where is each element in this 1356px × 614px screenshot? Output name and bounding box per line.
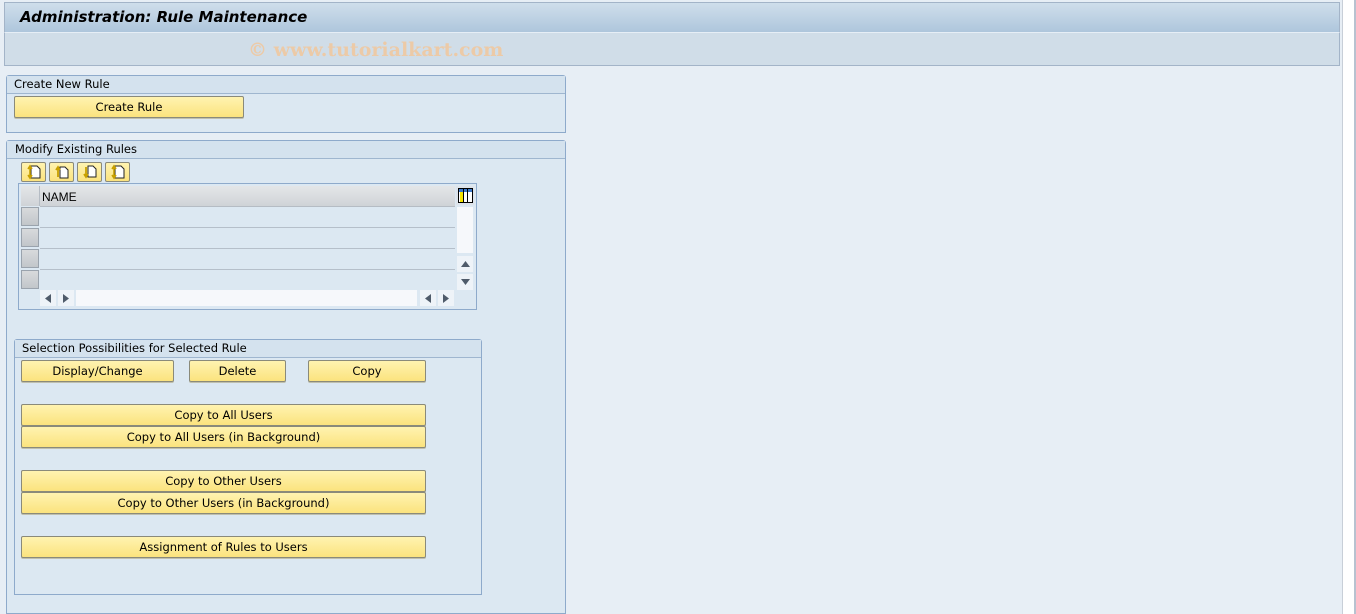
table-row[interactable] (40, 207, 455, 227)
vertical-scrollbar[interactable] (457, 207, 473, 290)
row-selector[interactable] (21, 270, 39, 289)
table-header: NAME (40, 186, 455, 207)
insert-row-below-button[interactable] (77, 162, 102, 182)
scroll-track[interactable] (457, 207, 473, 253)
table-row[interactable] (40, 270, 455, 290)
row-selector[interactable] (21, 249, 39, 268)
page-title: Administration: Rule Maintenance (20, 8, 308, 26)
sort-descending-button[interactable] (105, 162, 130, 182)
row-selector[interactable] (21, 228, 39, 247)
copy-to-other-users-button[interactable]: Copy to Other Users (21, 470, 426, 492)
rules-table: NAME (18, 183, 477, 310)
application-toolbar: © www.tutorialkart.com (4, 33, 1340, 66)
table-row[interactable] (40, 228, 455, 248)
insert-row-above-icon (54, 165, 68, 179)
scroll-left-button-2[interactable] (420, 290, 436, 306)
group-title: Selection Possibilities for Selected Rul… (15, 340, 481, 358)
copy-button[interactable]: Copy (308, 360, 426, 382)
create-rule-button[interactable]: Create Rule (14, 96, 244, 118)
display-change-button[interactable]: Display/Change (21, 360, 174, 382)
select-all-cell[interactable] (21, 186, 40, 206)
row-divider (40, 227, 455, 228)
title-bar: Administration: Rule Maintenance (4, 2, 1340, 33)
row-divider (40, 248, 455, 249)
assignment-of-rules-button[interactable]: Assignment of Rules to Users (21, 536, 426, 558)
arrow-right-icon (63, 293, 69, 303)
copy-to-all-users-button[interactable]: Copy to All Users (21, 404, 426, 426)
insert-row-above-button[interactable] (49, 162, 74, 182)
column-layout-icon (457, 188, 473, 203)
row-selector[interactable] (21, 207, 39, 226)
group-title: Modify Existing Rules (7, 141, 565, 159)
horizontal-scroll-track[interactable] (76, 290, 417, 306)
arrow-up-icon (460, 261, 470, 267)
row-divider (40, 269, 455, 270)
column-layout-button[interactable] (456, 186, 474, 205)
group-title: Create New Rule (7, 76, 565, 94)
sap-screen: Administration: Rule Maintenance © www.t… (0, 0, 1343, 614)
arrow-right-icon (443, 293, 449, 303)
delete-button[interactable]: Delete (189, 360, 286, 382)
watermark: © www.tutorialkart.com (248, 39, 504, 61)
scroll-right-button-2[interactable] (438, 290, 454, 306)
scroll-up-button[interactable] (457, 256, 473, 272)
table-toolbar (21, 162, 133, 182)
arrow-left-icon (45, 293, 51, 303)
scroll-down-button[interactable] (457, 274, 473, 290)
arrow-left-icon (425, 293, 431, 303)
sort-ascending-icon (26, 164, 40, 180)
copy-to-all-users-background-button[interactable]: Copy to All Users (in Background) (21, 426, 426, 448)
insert-row-below-icon (82, 165, 96, 179)
sort-descending-icon (110, 164, 124, 180)
copy-to-other-users-background-button[interactable]: Copy to Other Users (in Background) (21, 492, 426, 514)
column-header-name[interactable]: NAME (42, 190, 77, 204)
scroll-right-button[interactable] (58, 290, 74, 306)
table-row[interactable] (40, 249, 455, 269)
sort-ascending-button[interactable] (21, 162, 46, 182)
arrow-down-icon (460, 279, 470, 285)
scroll-left-button[interactable] (40, 290, 56, 306)
